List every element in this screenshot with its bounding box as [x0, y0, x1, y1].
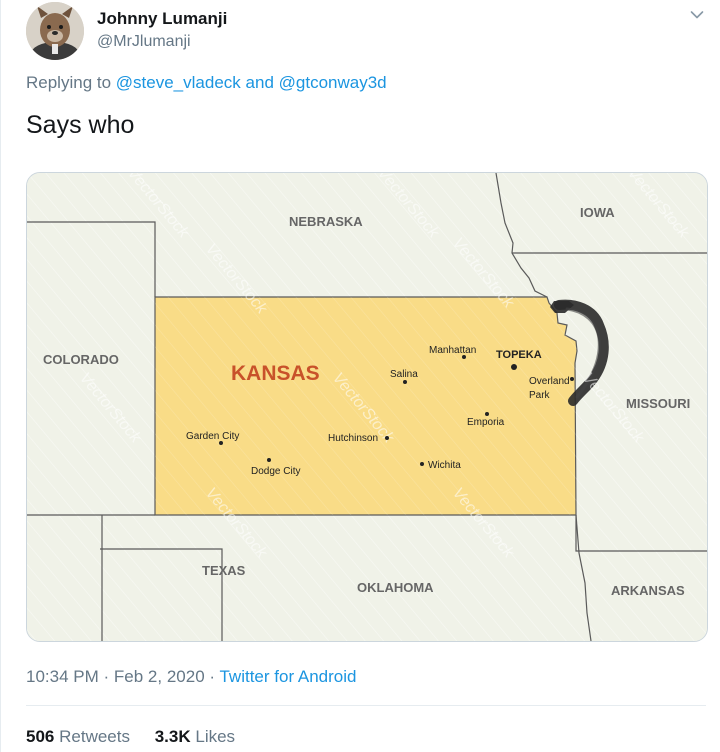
- label-texas: TEXAS: [202, 563, 246, 578]
- label-oklahoma: OKLAHOMA: [357, 580, 434, 595]
- author-name[interactable]: Johnny Lumanji: [97, 9, 227, 29]
- city-dot-hutchinson: [385, 436, 389, 440]
- likes-count: 3.3K: [154, 727, 191, 746]
- timeline-border: [0, 0, 1, 752]
- retweets-count: 506: [26, 727, 55, 746]
- city-label-hutchinson: Hutchinson: [328, 433, 378, 444]
- city-label-emporia: Emporia: [467, 417, 505, 428]
- city-label-topeka: TOPEKA: [496, 349, 542, 361]
- city-label-dodge-city: Dodge City: [251, 466, 300, 477]
- city-label-wichita: Wichita: [428, 460, 461, 471]
- city-label-park: Park: [529, 390, 551, 401]
- kansas-map: VectorStock VectorStock VectorStock Vect…: [27, 173, 707, 641]
- replying-to: Replying to @steve_vladeck and @gtconway…: [26, 73, 387, 93]
- meta-separator: ·: [209, 667, 216, 686]
- tweet-date[interactable]: Feb 2, 2020: [114, 667, 205, 686]
- avatar-image: [26, 2, 84, 60]
- replying-prefix: Replying to: [26, 73, 112, 92]
- avatar[interactable]: [26, 2, 84, 60]
- tweet-timestamp: 10:34 PM · Feb 2, 2020 · Twitter for And…: [26, 667, 357, 687]
- label-iowa: IOWA: [580, 205, 615, 220]
- label-kansas: KANSAS: [231, 362, 320, 385]
- label-missouri: MISSOURI: [626, 396, 690, 411]
- city-label-salina: Salina: [390, 369, 418, 380]
- city-label-overland: Overland: [529, 376, 570, 387]
- mention-link-2[interactable]: @gtconway3d: [279, 73, 387, 92]
- city-dot-dodge-city: [267, 458, 271, 462]
- likes-label: Likes: [195, 727, 236, 746]
- stats-divider: [26, 705, 706, 706]
- meta-separator: ·: [103, 667, 110, 686]
- label-colorado: COLORADO: [43, 352, 119, 367]
- tweet-media-image[interactable]: VectorStock VectorStock VectorStock Vect…: [26, 172, 708, 642]
- city-dot-salina: [403, 380, 407, 384]
- tweet-source-link[interactable]: Twitter for Android: [219, 667, 356, 686]
- mention-and: and: [245, 73, 274, 92]
- retweets-stat[interactable]: 506 Retweets: [26, 727, 130, 746]
- retweets-label: Retweets: [59, 727, 130, 746]
- tweet-stats: 506 Retweets 3.3K Likes: [26, 727, 255, 747]
- mention-link-1[interactable]: @steve_vladeck: [116, 73, 241, 92]
- city-label-manhattan: Manhattan: [429, 345, 476, 356]
- label-nebraska: NEBRASKA: [289, 214, 363, 229]
- city-dot-wichita: [420, 462, 424, 466]
- tweet-time[interactable]: 10:34 PM: [26, 667, 99, 686]
- chevron-down-icon[interactable]: [690, 10, 704, 20]
- city-label-garden-city: Garden City: [186, 431, 239, 442]
- city-dot-topeka: [511, 364, 517, 370]
- author-handle[interactable]: @MrJlumanji: [97, 33, 191, 51]
- city-dot-emporia: [485, 412, 489, 416]
- city-dot-overland-park: [570, 377, 574, 381]
- label-arkansas: ARKANSAS: [611, 583, 685, 598]
- tweet-text: Says who: [26, 111, 135, 139]
- likes-stat[interactable]: 3.3K Likes: [155, 727, 235, 746]
